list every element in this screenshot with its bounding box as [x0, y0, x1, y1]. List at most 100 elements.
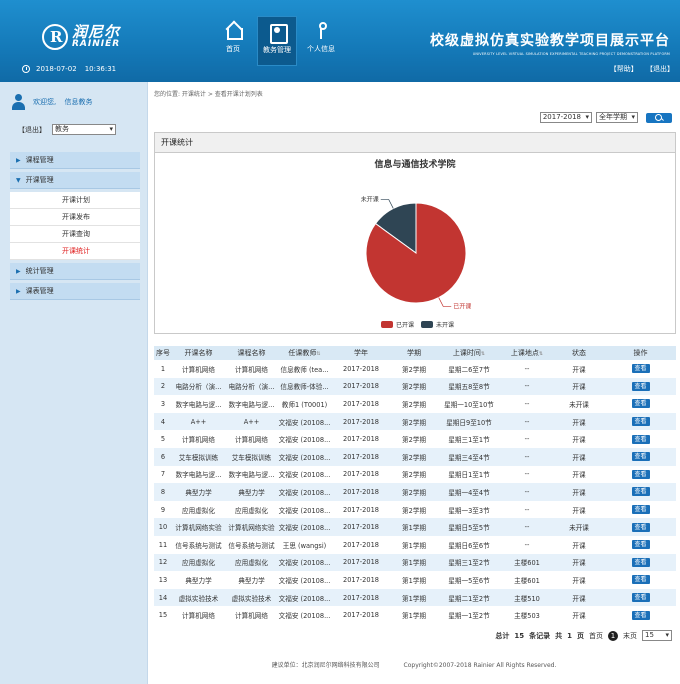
- table-cell: 开课: [553, 412, 605, 431]
- legend-swatch[interactable]: [381, 321, 393, 328]
- sort-icon[interactable]: ⇅: [316, 351, 320, 357]
- table-cell: 开课: [553, 377, 605, 396]
- welcome-text: 欢迎您,: [33, 98, 57, 106]
- table-header: 序号 开课名称 课程名称 任课教师⇅ 学年 学期 上课时间⇅ 上课地点⇅ 状态 操作: [154, 346, 676, 360]
- view-button[interactable]: 查看: [631, 610, 650, 620]
- table-cell: 4: [154, 412, 172, 431]
- table-cell: 6: [154, 447, 172, 466]
- table-cell-action: 查看: [605, 536, 676, 554]
- table-cell: 文福安 (20108...: [278, 412, 331, 431]
- view-button[interactable]: 查看: [631, 575, 650, 585]
- view-button[interactable]: 查看: [631, 452, 650, 462]
- column-header[interactable]: 任课教师⇅: [278, 346, 331, 360]
- table-cell: 应用虚拟化: [225, 553, 278, 572]
- pie-chart: 未开课已开课已开课 未开课: [361, 196, 472, 329]
- table-cell: 信息教师 (tea...: [280, 365, 329, 374]
- view-button[interactable]: 查看: [631, 487, 650, 497]
- menu-timetable-management[interactable]: ▶ 课表管理: [10, 283, 140, 300]
- sidebar-menu: ▶ 课程管理 ▼ 开课管理 开课计划 开课发布 开课查询 开课统计 ▶ 统计管理 ▶ 课…: [10, 152, 140, 303]
- nav-academic-admin[interactable]: 教务管理: [257, 16, 297, 66]
- view-button[interactable]: 查看: [631, 417, 650, 427]
- table-cell-action: 查看: [605, 588, 676, 607]
- table-cell-action: 查看: [605, 466, 676, 484]
- table-cell: 第2学期: [402, 400, 426, 409]
- table-row: 7 数字电路与逻... 数字电路与逻... 文福安 (20108... 2017-201…: [154, 466, 676, 484]
- page-size-select[interactable]: 15: [642, 630, 672, 641]
- view-button[interactable]: 查看: [631, 540, 650, 550]
- sidebar-logout-link[interactable]: 【退出】: [18, 125, 46, 135]
- view-button[interactable]: 查看: [631, 593, 650, 603]
- column-header: 序号: [154, 346, 172, 360]
- submenu-class-stats[interactable]: 开课统计: [10, 243, 140, 260]
- main-content: 您的位置: 开课统计 > 查看开课计划列表 2017-2018 全年学期 开课统…: [148, 82, 680, 684]
- view-button[interactable]: 查看: [631, 557, 650, 567]
- table-cell: 5: [160, 435, 166, 444]
- table-cell: 2017-2018: [343, 611, 379, 620]
- view-button[interactable]: 查看: [631, 399, 650, 409]
- menu-class-management[interactable]: ▼ 开课管理: [10, 172, 140, 189]
- menu-course-management[interactable]: ▶ 课程管理: [10, 152, 140, 169]
- table-cell: 2017-2018: [343, 470, 379, 479]
- table-cell: 星期日9至10节: [437, 412, 501, 431]
- view-button[interactable]: 查看: [631, 522, 650, 532]
- submenu-class-plan[interactable]: 开课计划: [10, 192, 140, 209]
- table-cell: 主楼503: [514, 612, 540, 621]
- table-cell: 应用虚拟化: [235, 506, 268, 515]
- view-button[interactable]: 查看: [631, 364, 650, 374]
- submenu-class-management: 开课计划 开课发布 开课查询 开课统计: [10, 192, 140, 260]
- view-button[interactable]: 查看: [631, 469, 650, 479]
- year-select[interactable]: 2017-2018: [539, 112, 592, 123]
- column-header[interactable]: 上课地点⇅: [501, 346, 553, 360]
- submenu-class-publish[interactable]: 开课发布: [10, 209, 140, 226]
- platform-title-en: UNIVERSITY LEVEL VIRTUAL SIMULATION EXPE…: [472, 52, 670, 56]
- table-cell: 3: [160, 399, 166, 408]
- rainier-logo-icon: [42, 24, 68, 50]
- table-cell: 教师1 (T0001): [281, 400, 328, 409]
- nav-personal-info[interactable]: 个人信息: [301, 16, 341, 66]
- sidebar: 欢迎您, 信息教务 【退出】 教务 ▶ 课程管理 ▼ 开课管理 开课计划 开课发布 …: [0, 82, 148, 684]
- table-cell: 2017-2018: [331, 588, 391, 607]
- table-cell-action: 查看: [605, 377, 676, 396]
- table-cell: 2017-2018: [331, 377, 391, 396]
- search-button[interactable]: [646, 112, 672, 123]
- table-row: 1 计算机网络 计算机网络 信息教师 (tea... 2017-2018 第2学期 星期二6…: [154, 360, 676, 378]
- column-header[interactable]: 上课时间⇅: [437, 346, 501, 360]
- sort-icon[interactable]: ⇅: [539, 351, 543, 357]
- table-cell-action: 查看: [605, 553, 676, 572]
- header-links: 【帮助】 【退出】: [604, 64, 674, 74]
- table-cell: 未开课: [569, 400, 589, 409]
- table-cell-action: 查看: [605, 571, 676, 589]
- view-button[interactable]: 查看: [631, 505, 650, 515]
- table-cell: --: [501, 412, 553, 431]
- table-cell: 2017-2018: [331, 483, 391, 501]
- menu-stats-management[interactable]: ▶ 统计管理: [10, 263, 140, 280]
- nav-home[interactable]: 首页: [213, 16, 253, 66]
- legend-swatch[interactable]: [421, 321, 433, 328]
- table-cell: 开课: [572, 541, 586, 550]
- table-cell: 电路分析（演...: [172, 377, 225, 396]
- table-cell: 计算机网络: [182, 436, 215, 445]
- table-cell: 星期日6至6节: [448, 541, 490, 550]
- table-cell: 2017-2018: [343, 399, 379, 408]
- table-cell: 开课: [572, 612, 586, 621]
- role-select[interactable]: 教务: [52, 124, 116, 135]
- sort-icon[interactable]: ⇅: [481, 351, 485, 357]
- table-cell-action: 查看: [605, 606, 676, 624]
- logout-link[interactable]: 【退出】: [646, 65, 674, 73]
- first-page-link[interactable]: 首页: [589, 631, 603, 641]
- view-button[interactable]: 查看: [631, 381, 650, 391]
- last-page-link[interactable]: 末页: [623, 631, 637, 641]
- view-button[interactable]: 查看: [631, 434, 650, 444]
- help-link[interactable]: 【帮助】: [610, 65, 638, 73]
- table-cell: 第1学期: [391, 553, 437, 572]
- table-cell: 第2学期: [402, 471, 426, 480]
- table-cell: 虚拟实验技术: [225, 588, 278, 607]
- submenu-class-query[interactable]: 开课查询: [10, 226, 140, 243]
- legend-label[interactable]: 未开课: [436, 321, 454, 329]
- table-cell-action: 查看: [605, 518, 676, 536]
- menu-course-management-label: 课程管理: [25, 156, 54, 164]
- table-cell: 虚拟实验技术: [172, 588, 225, 607]
- current-page[interactable]: 1: [608, 630, 618, 641]
- legend-label[interactable]: 已开课: [396, 321, 414, 329]
- semester-select[interactable]: 全年学期: [596, 112, 638, 123]
